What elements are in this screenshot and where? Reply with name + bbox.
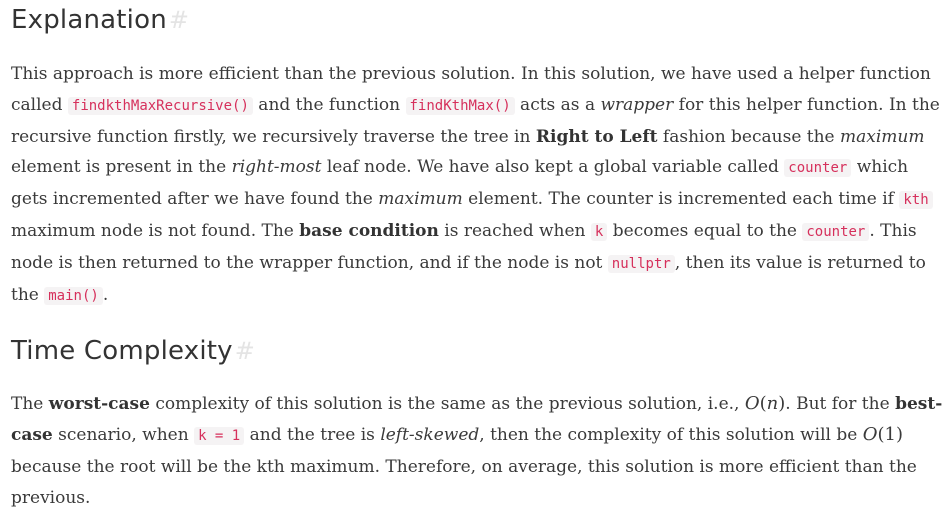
article: Explanation# This approach is more effic… — [0, 2, 943, 514]
math-expression: O(1) — [862, 424, 903, 446]
inline-code: kth — [899, 191, 933, 210]
emphasis: wrapper — [600, 94, 674, 115]
inline-code: counter — [802, 222, 870, 241]
inline-code: findkthMaxRecursive() — [67, 96, 253, 115]
explanation-heading: Explanation# — [11, 5, 190, 35]
inline-code: counter — [784, 159, 852, 178]
bold-text: base condition — [299, 220, 439, 241]
emphasis: left-skewed — [380, 425, 480, 446]
inline-code: main() — [44, 286, 103, 305]
emphasis: maximum — [378, 189, 463, 210]
bold-text: Right to Left — [535, 126, 658, 147]
bold-text: worst-case — [48, 394, 150, 415]
explanation-anchor-link[interactable]: # — [169, 6, 189, 34]
inline-code: k — [590, 222, 608, 241]
time-complexity-heading: Time Complexity# — [11, 336, 256, 367]
emphasis: maximum — [840, 126, 925, 147]
emphasis: right-most — [231, 157, 322, 178]
inline-code: findKthMax() — [405, 96, 515, 115]
inline-code: nullptr — [607, 254, 675, 273]
math-expression: O(n) — [744, 393, 786, 415]
inline-code: k = 1 — [194, 427, 245, 446]
time-complexity-paragraph: The worst-case complexity of this soluti… — [11, 393, 943, 508]
time-complexity-anchor-link[interactable]: # — [235, 337, 255, 365]
explanation-paragraph: This approach is more efficient than the… — [11, 64, 940, 305]
